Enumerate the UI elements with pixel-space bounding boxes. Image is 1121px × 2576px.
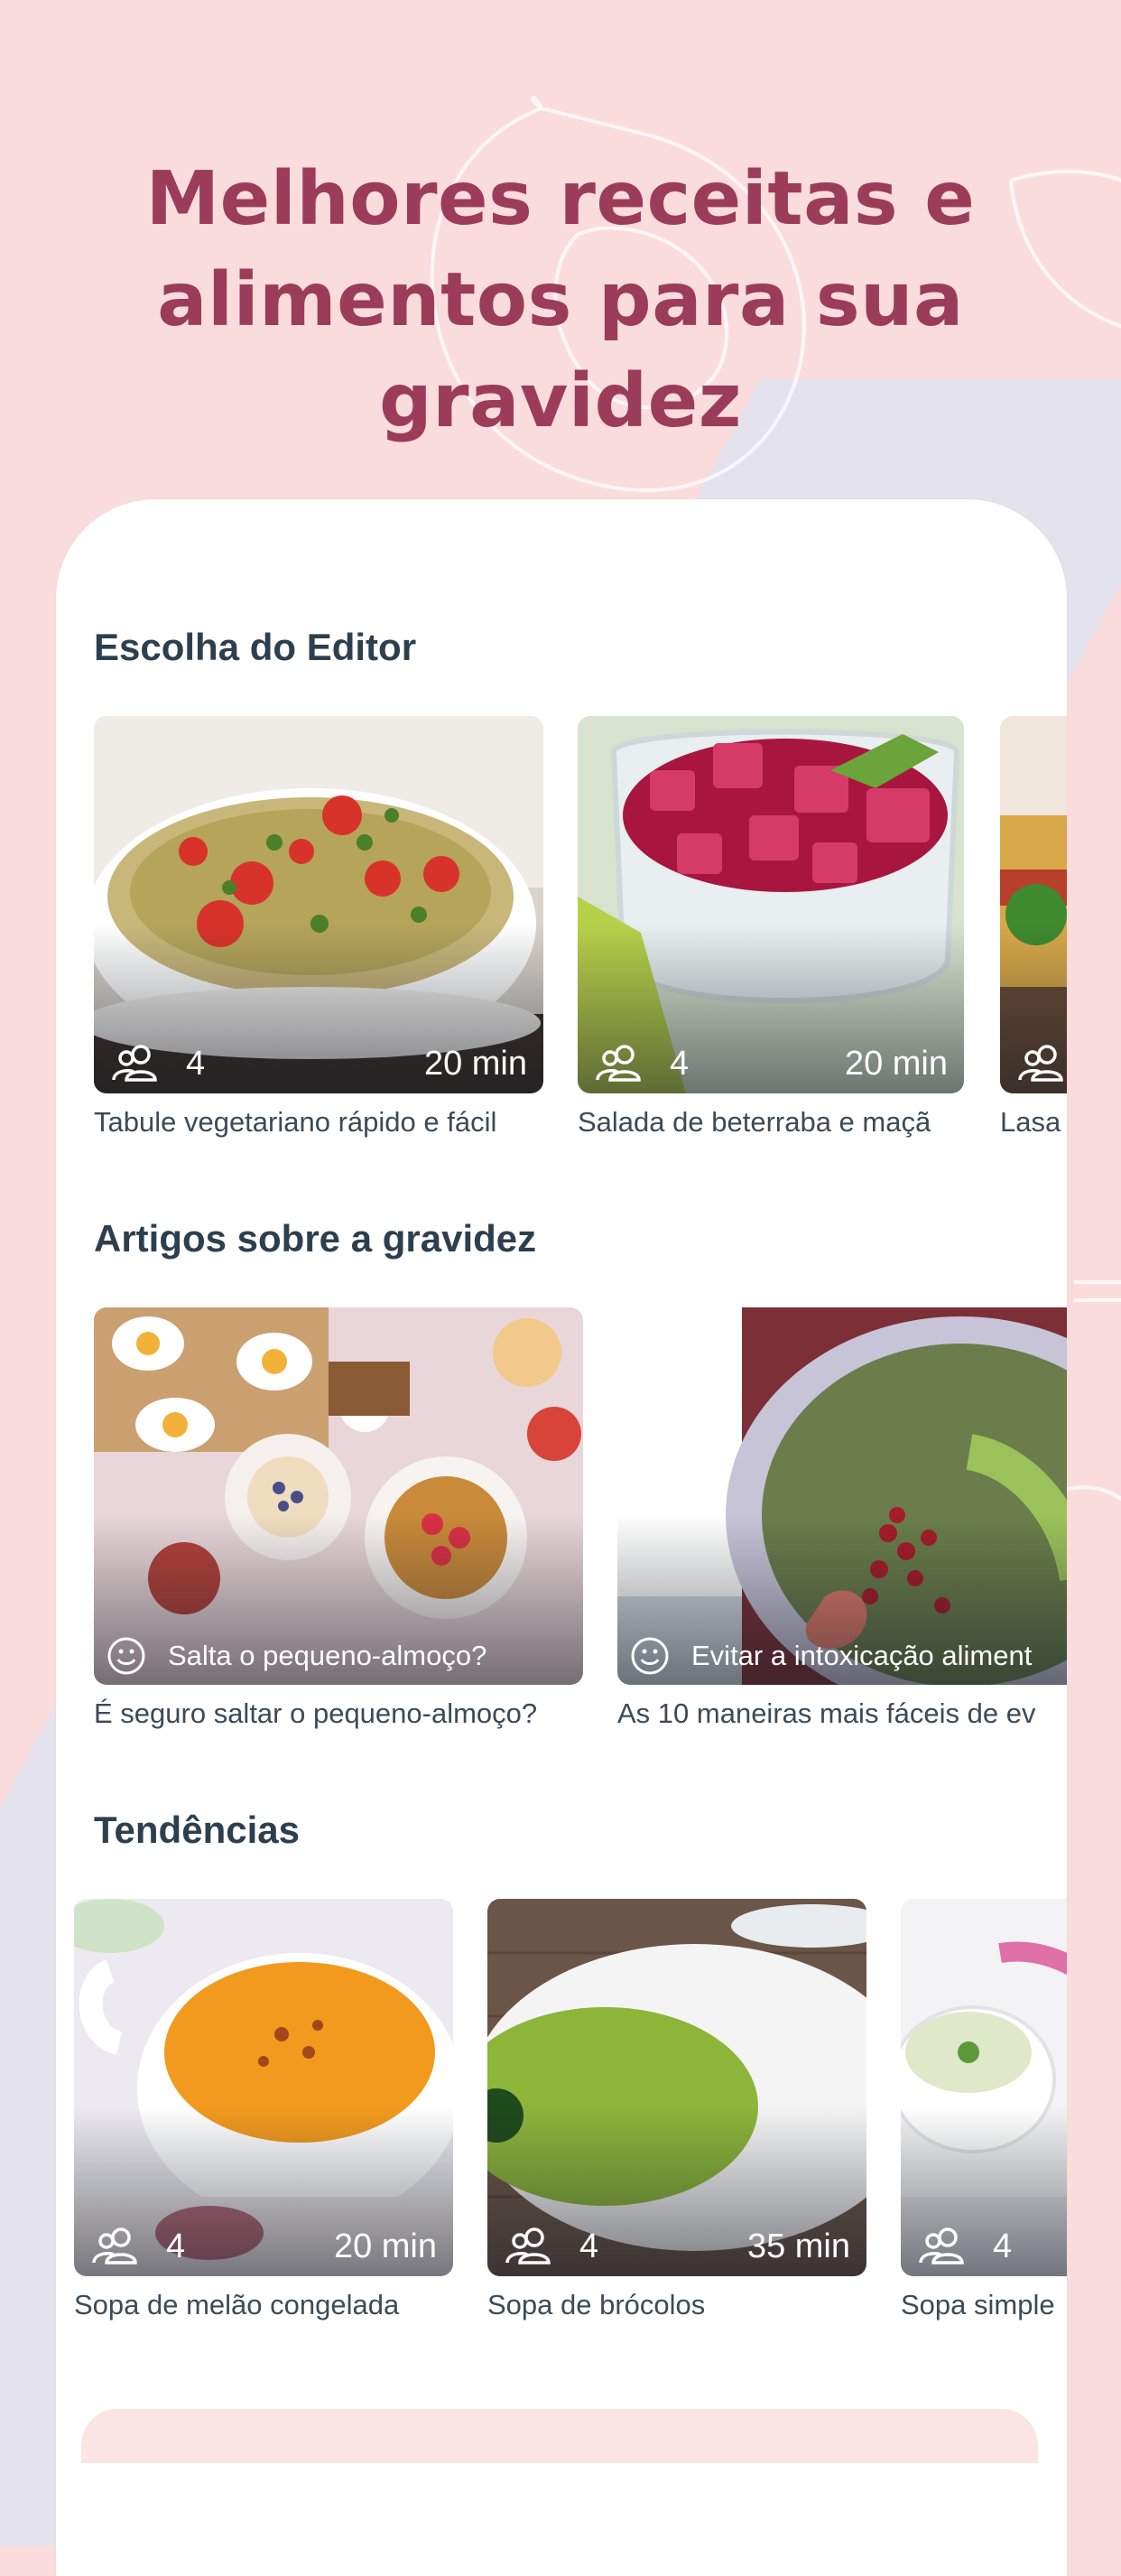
recipe-image: 4 20 min <box>94 716 543 1093</box>
prep-time: 20 min <box>333 2227 437 2265</box>
recipe-card-tabule[interactable]: 4 20 min Tabule vegetariano rápido e fác… <box>94 716 543 1139</box>
recipe-meta: 4 20 min <box>594 1041 948 1086</box>
article-title: As 10 maneiras mais fáceis de ev <box>617 1697 1036 1729</box>
recipe-title: Tabule vegetariano rápido e fácil <box>94 1106 497 1138</box>
servings-count: 4 <box>186 1044 206 1083</box>
recipe-title: Salada de beterraba e maçã <box>578 1106 931 1138</box>
recipe-image: 4 20 min <box>578 716 964 1093</box>
article-tag-text: Salta o pequeno-almoço? <box>168 1640 487 1671</box>
hero-title-line2: alimentos para sua gravidez <box>157 257 964 444</box>
article-tag: Evitar a intoxicação aliment <box>630 1632 1067 1679</box>
recipe-card-sopa-simples[interactable]: 4 Sopa simple <box>901 1899 1067 2321</box>
people-icon <box>596 1045 641 1082</box>
recipe-meta: 4 <box>917 2224 1067 2269</box>
recipe-meta: 4 20 min <box>90 2224 437 2269</box>
bottom-card-peek <box>81 2409 1038 2463</box>
articles-carousel[interactable]: Salta o pequeno-almoço? É seguro saltar … <box>56 1307 1067 1777</box>
prep-time: 35 min <box>746 2227 850 2265</box>
editor-carousel[interactable]: 4 20 min Tabule vegetariano rápido e fác… <box>56 716 1067 1186</box>
recipe-image: 4 <box>901 1899 1067 2276</box>
hero-title-line1: Melhores receitas e <box>145 156 976 242</box>
trends-carousel[interactable]: 4 20 min Sopa de melão congelada 4 35 mi… <box>56 1899 1067 2368</box>
people-icon <box>112 1045 157 1082</box>
recipe-title: Lasa <box>1000 1106 1061 1138</box>
prep-time: 20 min <box>423 1044 527 1083</box>
article-card-intoxicacao[interactable]: Evitar a intoxicação aliment As 10 manei… <box>617 1307 1067 1730</box>
section-title-articles: Artigos sobre a gravidez <box>94 1217 537 1260</box>
people-icon <box>505 2227 551 2264</box>
article-tag: Salta o pequeno-almoço? <box>107 1632 574 1679</box>
recipe-meta: 4 <box>1016 1041 1067 1086</box>
article-card-pequeno-almoco[interactable]: Salta o pequeno-almoço? É seguro saltar … <box>94 1307 583 1730</box>
recipe-image: 4 20 min <box>74 1899 453 2276</box>
servings-count: 4 <box>670 1044 690 1083</box>
section-title-trends: Tendências <box>94 1809 300 1851</box>
people-icon <box>919 2227 964 2264</box>
recipe-card-lasanha[interactable]: 4 Lasa <box>1000 716 1067 1139</box>
recipe-card-beterraba[interactable]: 4 20 min Salada de beterraba e maçã <box>578 716 964 1139</box>
hero-title: Melhores receitas e alimentos para sua g… <box>0 149 1121 452</box>
smiley-icon <box>107 1637 145 1675</box>
recipe-image: 4 <box>1000 716 1067 1093</box>
recipe-title: Sopa simple <box>901 2289 1055 2320</box>
prep-time: 20 min <box>844 1044 948 1083</box>
article-image: Salta o pequeno-almoço? <box>94 1307 583 1685</box>
people-icon <box>92 2227 137 2264</box>
article-title: É seguro saltar o pequeno-almoço? <box>94 1697 538 1729</box>
recipe-title: Sopa de melão congelada <box>74 2289 400 2320</box>
recipe-title: Sopa de brócolos <box>487 2289 706 2320</box>
people-icon <box>1018 1045 1063 1082</box>
phone-screen: Escolha do Editor 4 20 min Tabule vegeta… <box>56 499 1067 2576</box>
recipe-meta: 4 35 min <box>504 2224 850 2269</box>
recipe-card-sopa-melao[interactable]: 4 20 min Sopa de melão congelada <box>74 1899 453 2321</box>
article-tag-text: Evitar a intoxicação aliment <box>691 1640 1033 1671</box>
servings-count: 4 <box>993 2227 1013 2265</box>
recipe-image: 4 35 min <box>487 1899 866 2276</box>
servings-count: 4 <box>579 2227 599 2265</box>
servings-count: 4 <box>166 2227 186 2265</box>
smiley-icon <box>631 1637 669 1675</box>
recipe-meta: 4 20 min <box>110 1041 527 1086</box>
recipe-card-sopa-brocolos[interactable]: 4 35 min Sopa de brócolos <box>487 1899 866 2321</box>
section-title-editor: Escolha do Editor <box>94 626 417 668</box>
article-image: Evitar a intoxicação aliment <box>617 1307 1067 1685</box>
